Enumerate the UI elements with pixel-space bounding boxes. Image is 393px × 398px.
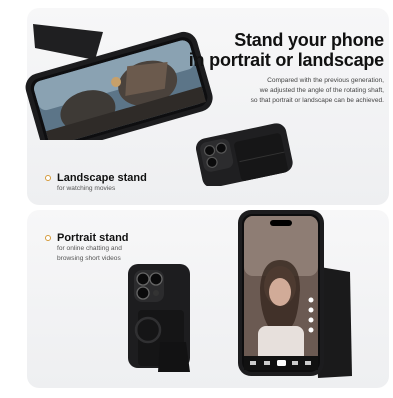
headline-line-2: in portrait or landscape xyxy=(188,50,384,70)
bullet-icon xyxy=(45,175,51,181)
portrait-feature-subtitle-2: browsing short videos xyxy=(57,254,121,262)
landscape-feature: Landscape stand for watching movies xyxy=(45,172,147,194)
portrait-front-phone-image xyxy=(238,210,352,378)
phone-back-stand-image xyxy=(195,123,293,186)
landscape-feature-subtitle: for watching movies xyxy=(57,185,116,192)
landscape-feature-title: Landscape stand xyxy=(57,172,147,184)
headline-line-1: Stand your phone xyxy=(234,30,384,50)
portrait-feature: Portrait stand for online chatting and b… xyxy=(45,232,129,263)
description-line-2: we adjusted the angle of the rotating sh… xyxy=(259,87,384,94)
portrait-feature-title: Portrait stand xyxy=(57,232,129,244)
portrait-back-stand-image xyxy=(128,264,190,372)
bullet-icon xyxy=(45,235,51,241)
portrait-feature-subtitle-1: for online chatting and xyxy=(57,245,122,252)
description: Compared with the previous generation, w… xyxy=(251,76,384,106)
description-line-3: so that portrait or landscape can be ach… xyxy=(250,97,384,104)
description-line-1: Compared with the previous generation, xyxy=(267,77,384,84)
headline: Stand your phone in portrait or landscap… xyxy=(189,30,384,70)
